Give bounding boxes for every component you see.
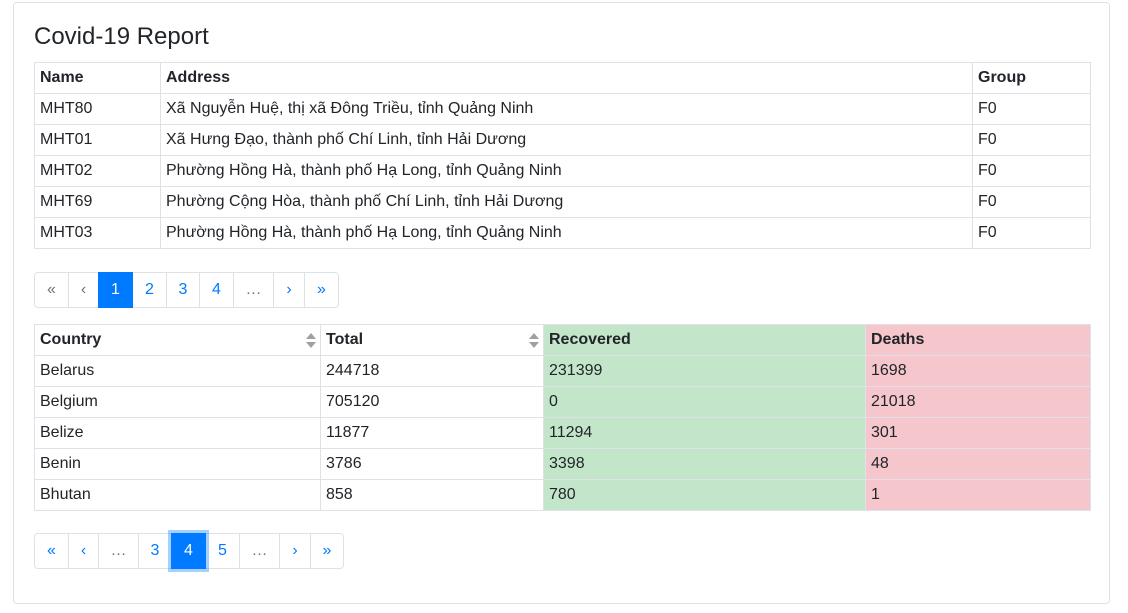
cell-total: 244718	[320, 355, 544, 387]
stats-header-row: Country Total Recovered Deaths	[34, 324, 1091, 356]
cell-recovered: 3398	[543, 448, 866, 480]
header-total-label: Total	[326, 331, 364, 348]
header-deaths: Deaths	[865, 324, 1091, 356]
report-table: Name Address Group MHT80 Xã Nguyễn Huệ, …	[34, 62, 1091, 249]
cell-group: F0	[972, 93, 1091, 125]
cell-group: F0	[972, 124, 1091, 156]
table-row: MHT80 Xã Nguyễn Huệ, thị xã Đông Triều, …	[34, 93, 1091, 125]
cell-name: MHT80	[34, 93, 161, 125]
page-5-button[interactable]: 5	[205, 533, 240, 569]
cell-deaths: 48	[865, 448, 1091, 480]
cell-address: Xã Hưng Đạo, thành phố Chí Linh, tỉnh Hả…	[160, 124, 973, 156]
page-1-button[interactable]: 1	[98, 272, 133, 308]
cell-address: Xã Nguyễn Huệ, thị xã Đông Triều, tỉnh Q…	[160, 93, 973, 125]
page-title: Covid-19 Report	[34, 23, 209, 50]
table-row: Belarus 244718 231399 1698	[34, 355, 1091, 387]
stats-pagination: « ‹ … 3 4 5 … › »	[34, 533, 344, 569]
cell-address: Phường Hồng Hà, thành phố Hạ Long, tỉnh …	[160, 217, 973, 249]
page-4-button[interactable]: 4	[171, 533, 206, 569]
country-stats-table: Country Total Recovered Deaths Belarus 2…	[34, 324, 1091, 511]
cell-country: Belize	[34, 417, 321, 449]
cell-name: MHT01	[34, 124, 161, 156]
table-row: Bhutan 858 780 1	[34, 479, 1091, 511]
cell-country: Belgium	[34, 386, 321, 418]
page-2-button[interactable]: 2	[132, 272, 167, 308]
table-row: MHT02 Phường Hồng Hà, thành phố Hạ Long,…	[34, 155, 1091, 187]
header-name: Name	[34, 62, 161, 94]
sort-icon[interactable]	[529, 333, 539, 349]
cell-country: Bhutan	[34, 479, 321, 511]
cell-total: 3786	[320, 448, 544, 480]
cell-recovered: 231399	[543, 355, 866, 387]
page-ellipsis: …	[233, 272, 274, 308]
cell-total: 858	[320, 479, 544, 511]
cell-total: 11877	[320, 417, 544, 449]
cell-total: 705120	[320, 386, 544, 418]
cell-deaths: 21018	[865, 386, 1091, 418]
cell-name: MHT03	[34, 217, 161, 249]
sort-icon[interactable]	[306, 333, 316, 349]
page-prev-button[interactable]: ‹	[68, 272, 99, 308]
table-row: Benin 3786 3398 48	[34, 448, 1091, 480]
cell-deaths: 1698	[865, 355, 1091, 387]
table-row: MHT69 Phường Cộng Hòa, thành phố Chí Lin…	[34, 186, 1091, 218]
page-next-button[interactable]: ›	[279, 533, 311, 569]
cell-address: Phường Cộng Hòa, thành phố Chí Linh, tỉn…	[160, 186, 973, 218]
report-header-row: Name Address Group	[34, 62, 1091, 94]
page-ellipsis: …	[98, 533, 139, 569]
header-country[interactable]: Country	[34, 324, 321, 356]
header-group: Group	[972, 62, 1091, 94]
page-3-button[interactable]: 3	[166, 272, 200, 308]
cell-recovered: 780	[543, 479, 866, 511]
page-prev-button[interactable]: ‹	[68, 533, 99, 569]
report-pagination: « ‹ 1 2 3 4 … › »	[34, 272, 339, 308]
cell-country: Belarus	[34, 355, 321, 387]
page-3-button[interactable]: 3	[138, 533, 172, 569]
page-last-button[interactable]: »	[304, 272, 339, 308]
cell-group: F0	[972, 155, 1091, 187]
cell-address: Phường Hồng Hà, thành phố Hạ Long, tỉnh …	[160, 155, 973, 187]
cell-recovered: 0	[543, 386, 866, 418]
cell-deaths: 1	[865, 479, 1091, 511]
cell-deaths: 301	[865, 417, 1091, 449]
page-ellipsis: …	[239, 533, 280, 569]
page-first-button[interactable]: «	[34, 533, 69, 569]
header-address: Address	[160, 62, 973, 94]
table-row: Belize 11877 11294 301	[34, 417, 1091, 449]
page-4-button[interactable]: 4	[199, 272, 234, 308]
table-row: MHT01 Xã Hưng Đạo, thành phố Chí Linh, t…	[34, 124, 1091, 156]
page-next-button[interactable]: ›	[273, 272, 305, 308]
page-last-button[interactable]: »	[310, 533, 344, 569]
table-row: MHT03 Phường Hồng Hà, thành phố Hạ Long,…	[34, 217, 1091, 249]
header-country-label: Country	[40, 331, 102, 348]
cell-group: F0	[972, 186, 1091, 218]
cell-recovered: 11294	[543, 417, 866, 449]
page-first-button[interactable]: «	[34, 272, 69, 308]
table-row: Belgium 705120 0 21018	[34, 386, 1091, 418]
cell-name: MHT02	[34, 155, 161, 187]
cell-country: Benin	[34, 448, 321, 480]
cell-group: F0	[972, 217, 1091, 249]
header-total[interactable]: Total	[320, 324, 544, 356]
cell-name: MHT69	[34, 186, 161, 218]
header-recovered: Recovered	[543, 324, 866, 356]
report-card: Covid-19 Report Name Address Group MHT80…	[13, 2, 1110, 604]
